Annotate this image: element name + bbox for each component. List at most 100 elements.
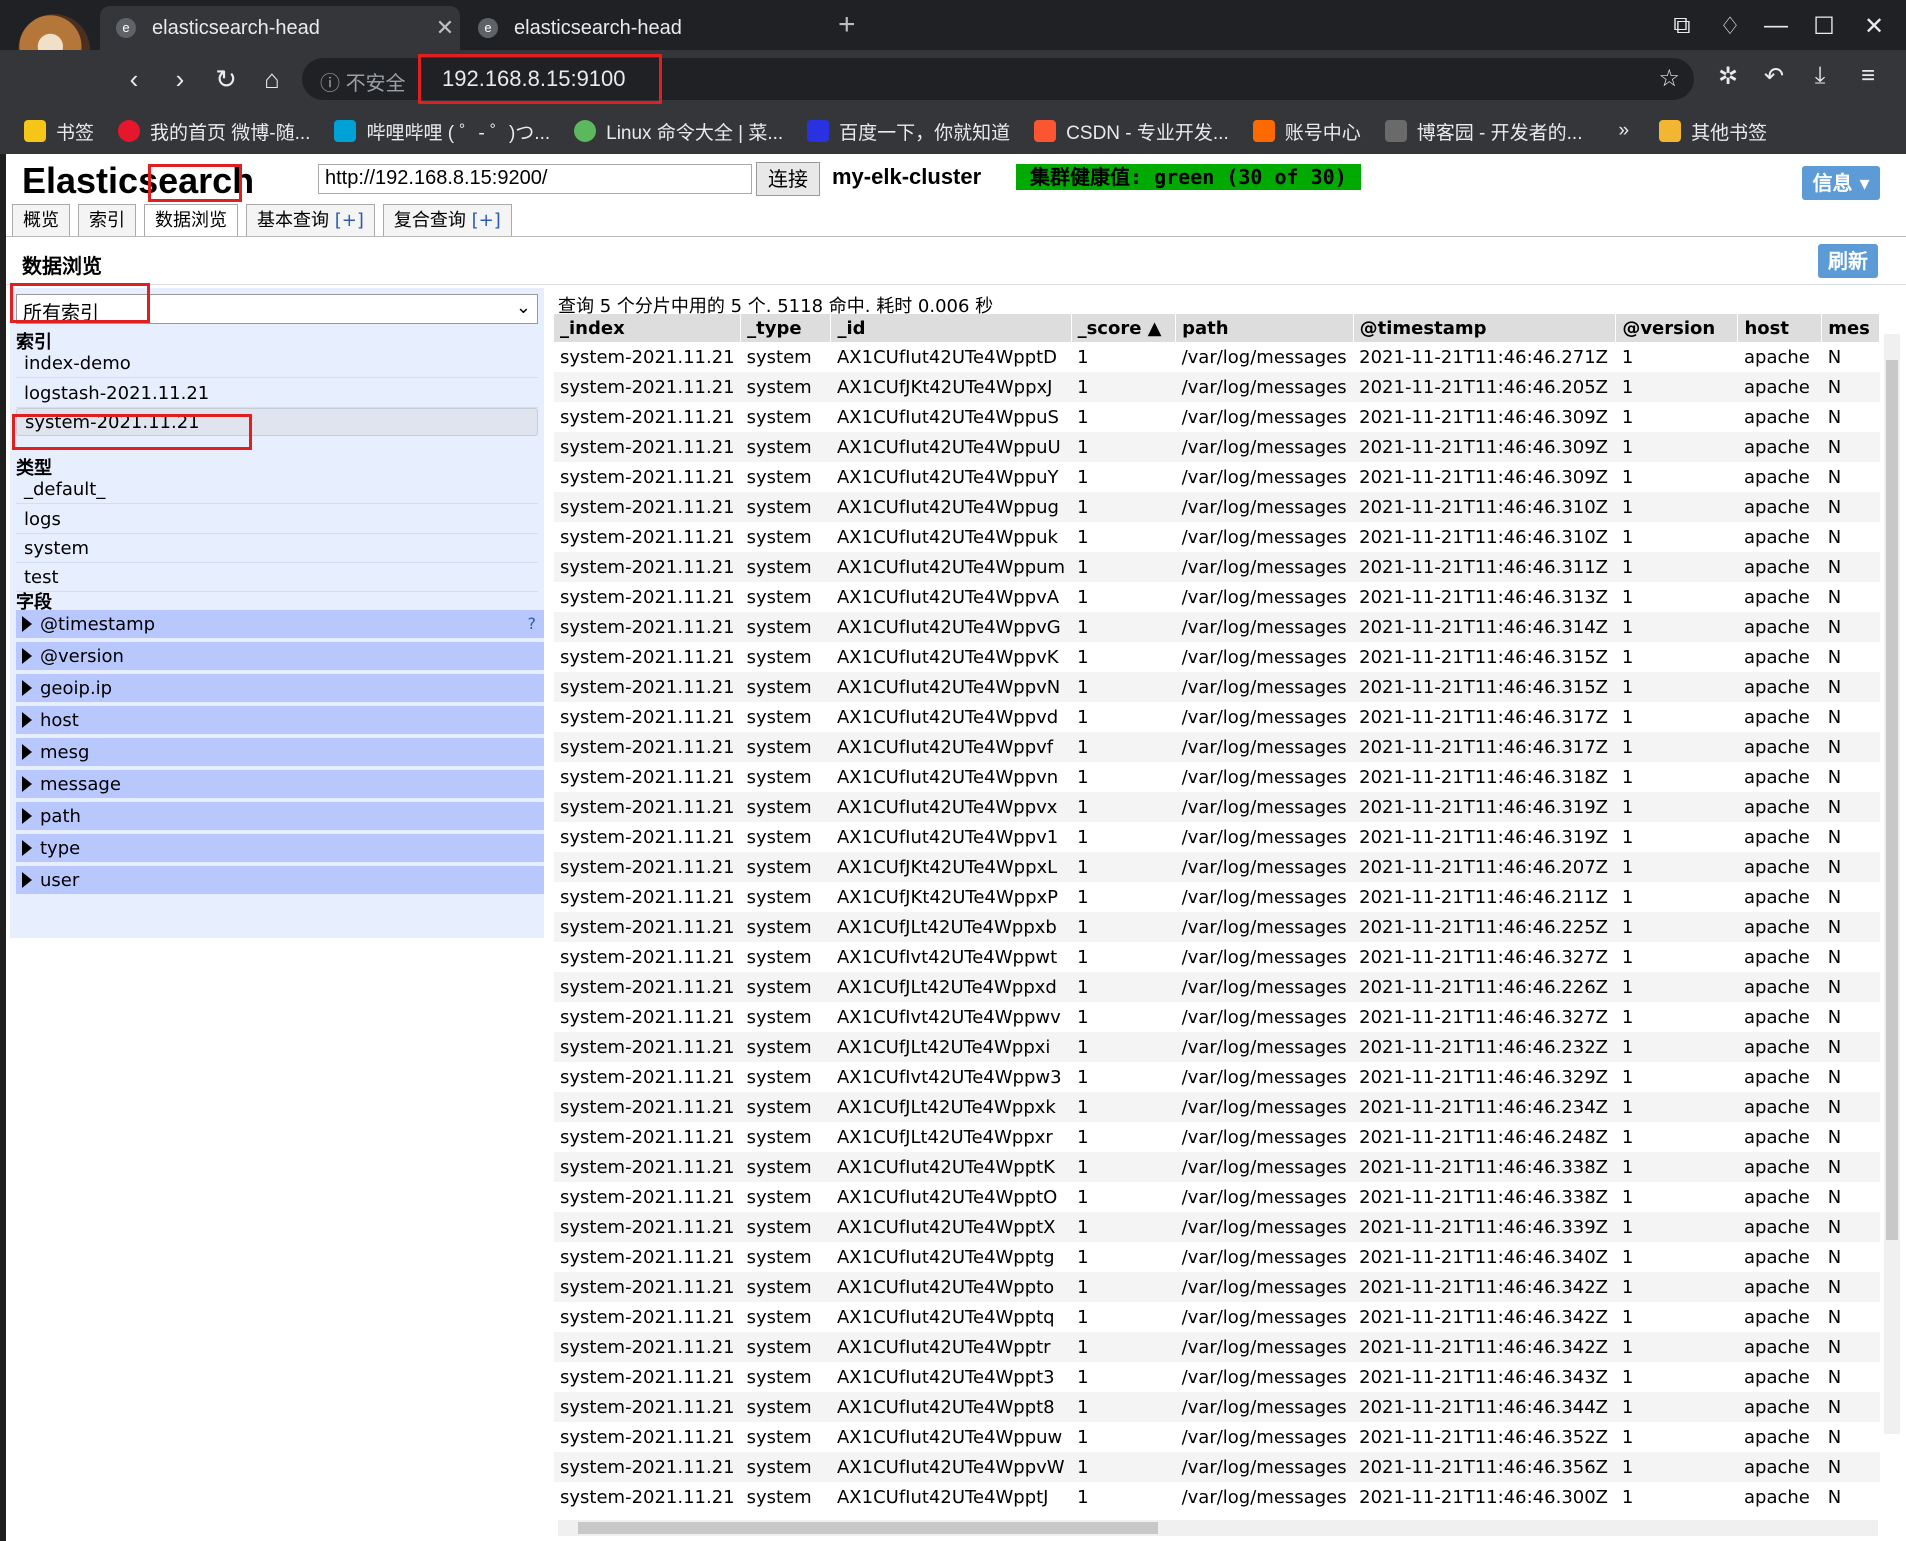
table-row[interactable]: system-2021.11.21 system AX1CUfJLt42UTe4Wp… bbox=[554, 912, 1880, 942]
table-row[interactable]: system-2021.11.21 system AX1CUfIut42UTe4Wp… bbox=[554, 792, 1880, 822]
connect-url-input[interactable]: http://192.168.8.15:9200/ bbox=[318, 164, 752, 194]
bookmark-item[interactable]: Linux 命令大全 | 菜... bbox=[574, 118, 783, 145]
table-row[interactable]: system-2021.11.21 system AX1CUfIut42UTe4Wp… bbox=[554, 462, 1880, 492]
other-bookmarks[interactable]: 其他书签 bbox=[1659, 118, 1767, 145]
field-item[interactable]: mesg bbox=[16, 738, 544, 768]
scrollbar-thumb[interactable] bbox=[1886, 360, 1898, 1240]
table-row[interactable]: system-2021.11.21 system AX1CUfIvt42UTe4Wp… bbox=[554, 942, 1880, 972]
new-tab-button[interactable]: + bbox=[838, 8, 856, 42]
column-header[interactable]: _index bbox=[554, 314, 742, 342]
table-row[interactable]: system-2021.11.21 system AX1CUfIvt42UTe4Wp… bbox=[554, 1002, 1880, 1032]
tab-browser[interactable]: 数据浏览 bbox=[144, 204, 238, 236]
maximize-button[interactable]: ☐ bbox=[1804, 12, 1844, 41]
column-header[interactable]: _id bbox=[830, 314, 1072, 342]
minimize-button[interactable]: — bbox=[1756, 12, 1796, 40]
field-item[interactable]: host bbox=[16, 706, 544, 736]
table-row[interactable]: system-2021.11.21 system AX1CUfIut42UTe4Wp… bbox=[554, 612, 1880, 642]
table-row[interactable]: system-2021.11.21 system AX1CUfJLt42UTe4Wp… bbox=[554, 1092, 1880, 1122]
table-row[interactable]: system-2021.11.21 system AX1CUfIut42UTe4Wp… bbox=[554, 492, 1880, 522]
field-item[interactable]: type bbox=[16, 834, 544, 864]
table-row[interactable]: system-2021.11.21 system AX1CUfIut42UTe4Wp… bbox=[554, 1422, 1880, 1452]
undo-icon[interactable]: ↶ bbox=[1754, 62, 1794, 91]
bookmark-item[interactable]: CSDN - 专业开发... bbox=[1034, 118, 1229, 145]
field-item[interactable]: user bbox=[16, 866, 544, 896]
table-row[interactable]: system-2021.11.21 system AX1CUfIut42UTe4Wp… bbox=[554, 762, 1880, 792]
table-row[interactable]: system-2021.11.21 system AX1CUfJLt42UTe4Wp… bbox=[554, 972, 1880, 1002]
home-icon[interactable]: ⌂ bbox=[254, 64, 290, 95]
bookmark-item[interactable]: 账号中心 bbox=[1252, 118, 1361, 145]
horizontal-scrollbar[interactable] bbox=[558, 1520, 1878, 1536]
column-header[interactable]: path bbox=[1175, 314, 1354, 342]
index-item[interactable]: index-demo bbox=[16, 350, 538, 378]
table-row[interactable]: system-2021.11.21 system AX1CUfJKt42UTe4Wp… bbox=[554, 372, 1880, 402]
scrollbar-thumb[interactable] bbox=[578, 1522, 1158, 1534]
insecure-label[interactable]: ⓘ 不安全 bbox=[320, 67, 406, 96]
table-row[interactable]: system-2021.11.21 system AX1CUfIut42UTe4Wp… bbox=[554, 552, 1880, 582]
table-row[interactable]: system-2021.11.21 system AX1CUfIut42UTe4Wp… bbox=[554, 1212, 1880, 1242]
column-header[interactable]: @version bbox=[1615, 314, 1739, 342]
type-item[interactable]: logs bbox=[16, 506, 538, 534]
column-header[interactable]: host bbox=[1737, 314, 1823, 342]
table-row[interactable]: system-2021.11.21 system AX1CUfIut42UTe4Wp… bbox=[554, 1482, 1880, 1512]
table-row[interactable]: system-2021.11.21 system AX1CUfJKt42UTe4Wp… bbox=[554, 882, 1880, 912]
table-row[interactable]: system-2021.11.21 system AX1CUfIut42UTe4Wp… bbox=[554, 1152, 1880, 1182]
help-icon[interactable]: ? bbox=[528, 614, 537, 633]
extensions-icon[interactable]: ✲ bbox=[1708, 62, 1748, 91]
table-row[interactable]: system-2021.11.21 system AX1CUfIut42UTe4Wp… bbox=[554, 822, 1880, 852]
column-header[interactable]: _type bbox=[740, 314, 832, 342]
table-row[interactable]: system-2021.11.21 system AX1CUfIut42UTe4Wp… bbox=[554, 702, 1880, 732]
field-item[interactable]: message bbox=[16, 770, 544, 800]
browser-tab[interactable]: e elasticsearch-head bbox=[462, 6, 822, 50]
bookmarks-overflow-button[interactable]: » bbox=[1618, 120, 1629, 142]
type-item[interactable]: system bbox=[16, 535, 538, 563]
table-row[interactable]: system-2021.11.21 system AX1CUfIut42UTe4Wp… bbox=[554, 522, 1880, 552]
collections-icon[interactable]: ⧉ bbox=[1662, 12, 1702, 40]
bookmark-item[interactable]: 书签 bbox=[24, 118, 94, 145]
download-icon[interactable]: ⤓ bbox=[1800, 62, 1840, 90]
table-row[interactable]: system-2021.11.21 system AX1CUfJKt42UTe4Wp… bbox=[554, 852, 1880, 882]
field-item[interactable]: path bbox=[16, 802, 544, 832]
table-row[interactable]: system-2021.11.21 system AX1CUfJLt42UTe4Wp… bbox=[554, 1032, 1880, 1062]
tab-overview[interactable]: 概览 bbox=[12, 204, 70, 236]
vertical-scrollbar[interactable] bbox=[1884, 334, 1900, 1434]
shirt-icon[interactable]: ♢ bbox=[1710, 12, 1750, 41]
refresh-button[interactable]: 刷新 bbox=[1818, 244, 1878, 278]
table-row[interactable]: system-2021.11.21 system AX1CUfJLt42UTe4Wp… bbox=[554, 1122, 1880, 1152]
table-row[interactable]: system-2021.11.21 system AX1CUfIut42UTe4Wp… bbox=[554, 1242, 1880, 1272]
connect-button[interactable]: 连接 bbox=[756, 162, 820, 196]
column-header[interactable]: mes bbox=[1821, 314, 1880, 342]
tab-indices[interactable]: 索引 bbox=[78, 204, 136, 236]
table-row[interactable]: system-2021.11.21 system AX1CUfIut42UTe4Wp… bbox=[554, 1452, 1880, 1482]
table-row[interactable]: system-2021.11.21 system AX1CUfIut42UTe4Wp… bbox=[554, 1392, 1880, 1422]
table-row[interactable]: system-2021.11.21 system AX1CUfIut42UTe4Wp… bbox=[554, 642, 1880, 672]
table-row[interactable]: system-2021.11.21 system AX1CUfIut42UTe4Wp… bbox=[554, 1302, 1880, 1332]
column-header[interactable]: _score ▲ bbox=[1071, 314, 1177, 342]
type-item[interactable]: _default_ bbox=[16, 476, 538, 504]
table-row[interactable]: system-2021.11.21 system AX1CUfIut42UTe4Wp… bbox=[554, 342, 1880, 372]
bookmark-item[interactable]: 博客园 - 开发者的... bbox=[1384, 118, 1582, 145]
table-row[interactable]: system-2021.11.21 system AX1CUfIut42UTe4Wp… bbox=[554, 1362, 1880, 1392]
close-tab-icon[interactable]: ✕ bbox=[430, 15, 460, 41]
reload-icon[interactable]: ↻ bbox=[208, 64, 244, 95]
field-item[interactable]: geoip.ip bbox=[16, 674, 544, 704]
table-row[interactable]: system-2021.11.21 system AX1CUfIut42UTe4Wp… bbox=[554, 1332, 1880, 1362]
type-item[interactable]: test bbox=[16, 564, 538, 592]
table-row[interactable]: system-2021.11.21 system AX1CUfIut42UTe4Wp… bbox=[554, 732, 1880, 762]
bookmark-item[interactable]: 百度一下，你就知道 bbox=[807, 118, 1010, 145]
table-row[interactable]: system-2021.11.21 system AX1CUfIut42UTe4Wp… bbox=[554, 402, 1880, 432]
bookmark-item[interactable]: 我的首页 微博-随... bbox=[118, 118, 310, 145]
bookmark-item[interactable]: 哔哩哔哩 ( ゜- ゜)つ... bbox=[334, 118, 550, 145]
browser-tab-active[interactable]: e elasticsearch-head ✕ bbox=[100, 6, 460, 50]
table-row[interactable]: system-2021.11.21 system AX1CUfIut42UTe4Wp… bbox=[554, 672, 1880, 702]
info-menu-button[interactable]: 信息 ▾ bbox=[1802, 166, 1880, 200]
index-item[interactable]: logstash-2021.11.21 bbox=[16, 380, 538, 408]
table-row[interactable]: system-2021.11.21 system AX1CUfIut42UTe4Wp… bbox=[554, 432, 1880, 462]
menu-icon[interactable]: ≡ bbox=[1848, 62, 1888, 90]
forward-icon[interactable]: › bbox=[162, 64, 198, 95]
tab-basic-query[interactable]: 基本查询 [+] bbox=[246, 204, 375, 236]
field-item[interactable]: @timestamp? bbox=[16, 610, 544, 640]
table-row[interactable]: system-2021.11.21 system AX1CUfIut42UTe4Wp… bbox=[554, 582, 1880, 612]
table-row[interactable]: system-2021.11.21 system AX1CUfIut42UTe4Wp… bbox=[554, 1272, 1880, 1302]
field-item[interactable]: @version bbox=[16, 642, 544, 672]
star-icon[interactable]: ☆ bbox=[1658, 64, 1680, 93]
